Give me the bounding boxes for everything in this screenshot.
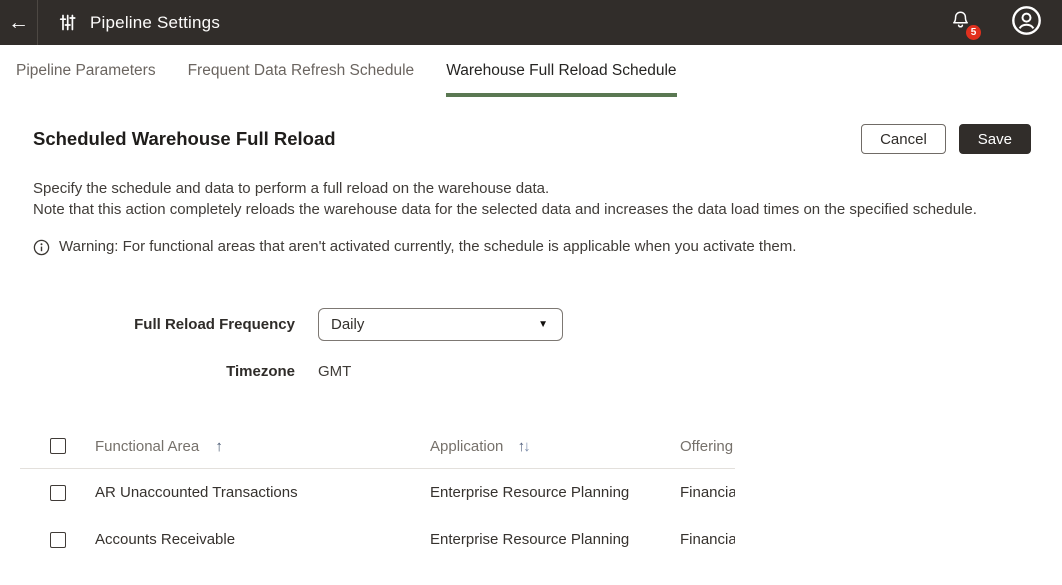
reload-schedule-form: Full Reload Frequency Daily ▼ Timezone G… (33, 308, 1031, 380)
back-button[interactable]: ← (0, 0, 38, 45)
column-header-offering[interactable]: Offering (680, 438, 733, 455)
full-reload-frequency-select[interactable]: Daily ▼ (318, 308, 563, 341)
page-header-title: Pipeline Settings (90, 13, 220, 33)
row-select-checkbox[interactable] (50, 532, 66, 548)
column-header-functional-area[interactable]: Functional Area (95, 438, 199, 455)
timezone-label: Timezone (33, 363, 295, 380)
notification-badge: 5 (966, 25, 981, 40)
tab-warehouse-full-reload-schedule[interactable]: Warehouse Full Reload Schedule (446, 62, 676, 97)
info-icon (33, 239, 50, 256)
back-arrow-icon: ← (8, 11, 29, 35)
pipeline-settings-icon (58, 13, 77, 32)
select-all-checkbox[interactable] (50, 438, 66, 454)
page-title: Scheduled Warehouse Full Reload (33, 128, 336, 150)
column-header-application[interactable]: Application (430, 438, 503, 455)
app-header: ← Pipeline Settings 5 (0, 0, 1062, 45)
avatar-icon (1011, 5, 1042, 41)
user-menu-button[interactable] (1011, 5, 1042, 41)
frequency-selected-value: Daily (331, 316, 364, 333)
row-select-checkbox[interactable] (50, 485, 66, 501)
warning-text: Warning: For functional areas that aren'… (59, 238, 796, 255)
page-description: Specify the schedule and data to perform… (33, 179, 1031, 220)
description-line-1: Specify the schedule and data to perform… (33, 179, 1031, 200)
table-row[interactable]: Accounts Receivable Enterprise Resource … (20, 516, 735, 563)
tab-frequent-data-refresh-schedule[interactable]: Frequent Data Refresh Schedule (188, 62, 415, 97)
notifications-button[interactable]: 5 (950, 9, 971, 37)
sort-ascending-icon[interactable]: ↑ (215, 438, 223, 455)
cancel-button[interactable]: Cancel (861, 124, 946, 154)
description-line-2: Note that this action completely reloads… (33, 200, 1031, 221)
cell-functional-area: AR Unaccounted Transactions (95, 484, 430, 501)
frequency-label: Full Reload Frequency (33, 316, 295, 333)
chevron-down-icon: ▼ (538, 319, 548, 330)
cell-application: Enterprise Resource Planning (430, 484, 680, 501)
sort-toggle-icon[interactable]: ↑↓ (518, 438, 529, 455)
cell-functional-area: Accounts Receivable (95, 531, 430, 548)
table-row[interactable]: AR Unaccounted Transactions Enterprise R… (20, 469, 735, 516)
cell-offering: Financials (680, 531, 735, 548)
main-content: Scheduled Warehouse Full Reload Cancel S… (0, 124, 1062, 563)
tab-pipeline-parameters[interactable]: Pipeline Parameters (16, 62, 156, 97)
settings-tab-bar: Pipeline Parameters Frequent Data Refres… (0, 45, 1062, 97)
save-button[interactable]: Save (959, 124, 1031, 154)
table-header-row: Functional Area ↑ Application ↑↓ Offerin… (20, 424, 735, 469)
cell-application: Enterprise Resource Planning (430, 531, 680, 548)
warning-message: Warning: For functional areas that aren'… (33, 238, 1031, 256)
functional-areas-table: Functional Area ↑ Application ↑↓ Offerin… (20, 424, 735, 563)
cell-offering: Financials (680, 484, 735, 501)
timezone-value: GMT (318, 363, 351, 380)
